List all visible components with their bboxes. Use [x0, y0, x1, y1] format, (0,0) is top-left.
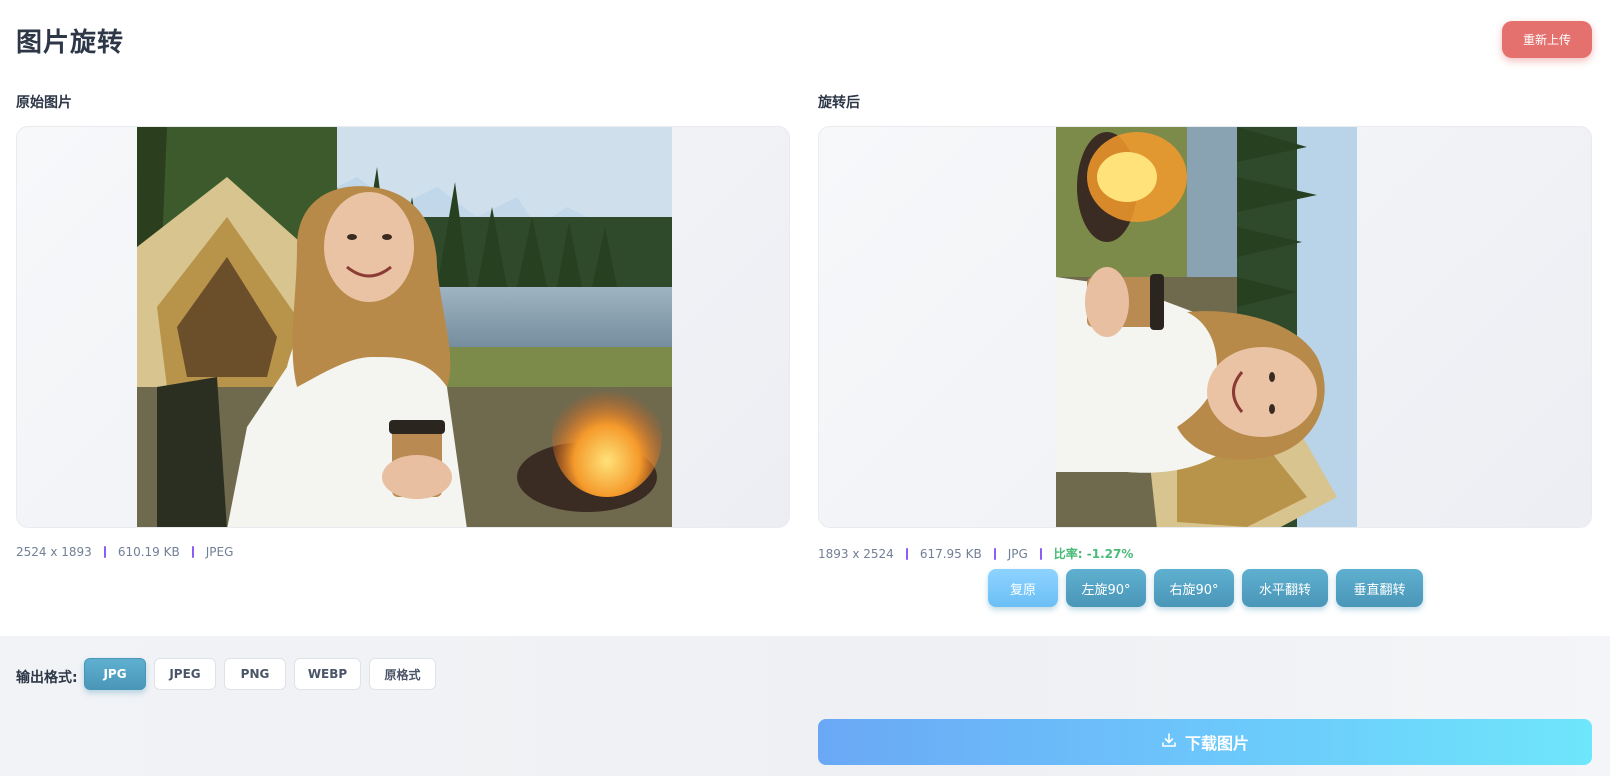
format-option-webp[interactable]: WEBP	[294, 658, 361, 690]
rotated-image-container	[818, 126, 1592, 528]
rotated-image	[1056, 127, 1357, 527]
rotate-right-button[interactable]: 右旋90°	[1154, 569, 1234, 607]
original-format: JPEG	[205, 545, 234, 559]
ratio-value: 比率: -1.27%	[1053, 547, 1134, 561]
rotated-label: 旋转后	[818, 95, 860, 111]
meta-separator	[103, 546, 106, 558]
format-option-png[interactable]: PNG	[224, 658, 286, 690]
download-icon	[1161, 732, 1177, 752]
original-size: 610.19 KB	[117, 545, 180, 559]
output-format-label: 输出格式:	[16, 670, 78, 686]
format-options: JPG JPEG PNG WEBP 原格式	[84, 658, 436, 690]
meta-separator	[191, 546, 194, 558]
flip-vertical-button[interactable]: 垂直翻转	[1336, 569, 1423, 607]
flip-horizontal-button[interactable]: 水平翻转	[1242, 569, 1328, 607]
format-option-jpg[interactable]: JPG	[84, 658, 146, 690]
original-dimensions: 2524 x 1893	[16, 545, 92, 559]
rotated-dimensions: 1893 x 2524	[818, 546, 894, 561]
format-option-original[interactable]: 原格式	[369, 658, 436, 690]
reupload-button[interactable]: 重新上传	[1502, 21, 1592, 58]
original-label: 原始图片	[16, 95, 72, 111]
meta-separator	[1039, 547, 1042, 560]
rotated-size: 617.95 KB	[919, 546, 982, 561]
page-title: 图片旋转	[16, 28, 125, 58]
meta-separator	[905, 547, 908, 560]
rotate-left-button[interactable]: 左旋90°	[1066, 569, 1146, 607]
rotated-meta: 1893 x 2524 617.95 KB JPG 比率: -1.27%	[818, 545, 1133, 562]
format-option-jpeg[interactable]: JPEG	[154, 658, 216, 690]
original-photo-graphic	[137, 127, 672, 527]
original-image-container	[16, 126, 790, 528]
original-meta: 2524 x 1893 610.19 KB JPEG	[16, 545, 233, 559]
download-label: 下载图片	[1184, 734, 1249, 753]
rotated-photo-graphic	[1056, 127, 1357, 527]
rotated-format: JPG	[1007, 546, 1028, 561]
reset-button[interactable]: 复原	[988, 569, 1058, 607]
transform-actions: 复原 左旋90° 右旋90° 水平翻转 垂直翻转	[988, 569, 1423, 607]
download-button[interactable]: 下载图片	[818, 719, 1592, 765]
meta-separator	[993, 547, 996, 560]
original-image	[137, 127, 672, 527]
